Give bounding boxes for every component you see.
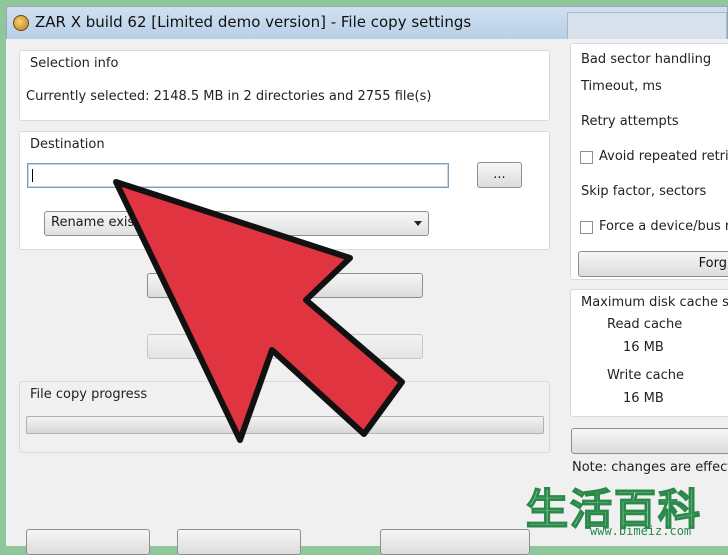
- selection-info-label: Selection info: [30, 56, 119, 71]
- copy-progress-label: File copy progress: [30, 387, 148, 402]
- bad-sector-label: Bad sector handling: [581, 52, 712, 67]
- retry-attempts-label: Retry attempts: [581, 114, 679, 129]
- existing-files-select-value: Rename existi: [51, 215, 144, 230]
- write-cache-value: 16 MB: [623, 391, 664, 406]
- selection-info-text: Currently selected: 2148.5 MB in 2 direc…: [26, 89, 432, 104]
- write-cache-label: Write cache: [607, 368, 684, 383]
- destination-label: Destination: [30, 137, 105, 152]
- disk-cache-group: Maximum disk cache siz Read cache 16 MB …: [570, 289, 728, 417]
- bad-sector-group: Bad sector handling Timeout, ms Retry at…: [570, 43, 728, 280]
- selection-info-group: Selection info Currently selected: 2148.…: [19, 50, 550, 121]
- changes-note: Note: changes are effecti: [572, 460, 728, 475]
- existing-files-select[interactable]: Rename existi: [44, 211, 429, 236]
- watermark-url: www.bimeiz.com: [590, 524, 692, 538]
- forget-button[interactable]: Forg: [578, 251, 728, 277]
- force-reset-checkbox[interactable]: [580, 221, 593, 234]
- read-cache-value: 16 MB: [623, 340, 664, 355]
- start-copy-button[interactable]: [147, 273, 423, 298]
- destination-path-input[interactable]: [27, 163, 449, 188]
- bottom-button-3[interactable]: [380, 529, 530, 555]
- text-caret: [32, 169, 33, 182]
- avoid-retries-checkbox[interactable]: [580, 151, 593, 164]
- disk-cache-label: Maximum disk cache siz: [581, 295, 728, 310]
- browse-button[interactable]: ...: [477, 162, 522, 188]
- avoid-retries-label: Avoid repeated retrie: [599, 149, 728, 164]
- app-icon: [13, 15, 29, 31]
- top-right-tab[interactable]: [567, 12, 727, 40]
- bottom-button-1[interactable]: [26, 529, 150, 555]
- stop-copy-button[interactable]: [147, 334, 423, 359]
- force-reset-label: Force a device/bus r: [599, 219, 728, 234]
- chevron-down-icon: [414, 221, 422, 226]
- window-title: ZAR X build 62 [Limited demo version] - …: [35, 13, 472, 31]
- copy-progress-bar: [26, 416, 544, 434]
- skip-factor-label: Skip factor, sectors: [581, 184, 707, 199]
- apply-cache-button[interactable]: [571, 428, 728, 454]
- title-bar: ZAR X build 62 [Limited demo version] - …: [7, 7, 727, 40]
- read-cache-label: Read cache: [607, 317, 683, 332]
- bottom-button-2[interactable]: [177, 529, 301, 555]
- timeout-label: Timeout, ms: [581, 79, 662, 94]
